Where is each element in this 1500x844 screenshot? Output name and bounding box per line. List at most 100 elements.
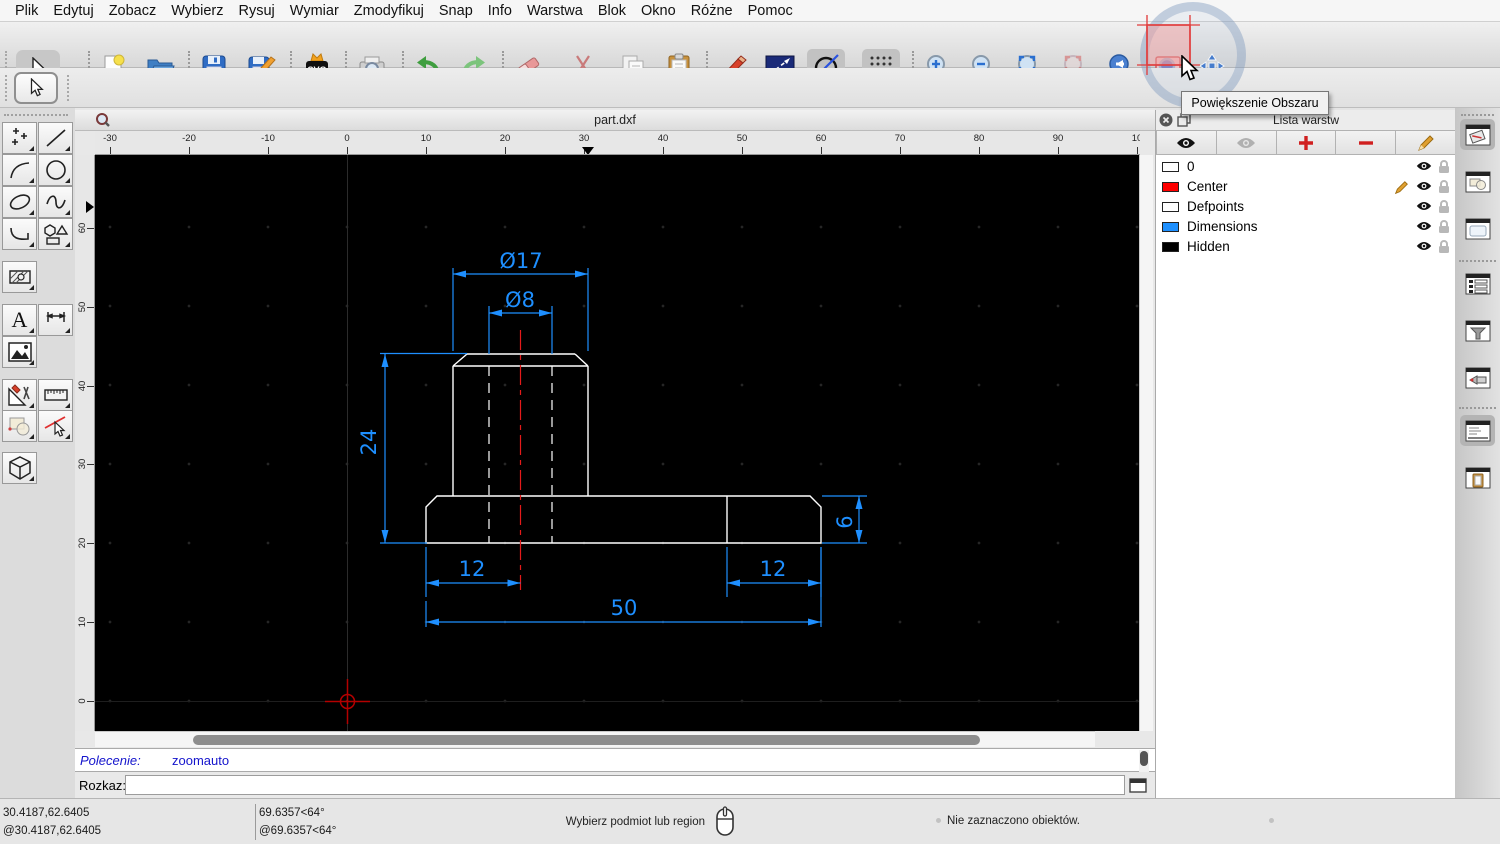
layer-color-swatch[interactable] bbox=[1162, 182, 1179, 192]
image-tool-button[interactable] bbox=[2, 336, 37, 368]
plus-icon bbox=[1298, 135, 1314, 151]
layer-color-swatch[interactable] bbox=[1162, 242, 1179, 252]
hatch-tool-button[interactable] bbox=[2, 261, 37, 293]
command-history-value: zoomauto bbox=[172, 753, 230, 768]
palette-handle[interactable] bbox=[4, 114, 68, 116]
ellipse-tool-button[interactable] bbox=[2, 186, 37, 218]
command-input[interactable] bbox=[125, 775, 1125, 795]
shape-tool-button[interactable] bbox=[38, 218, 73, 250]
menu-bar: Plik Edytuj Zobacz Wybierz Rysuj Wymiar … bbox=[0, 0, 1500, 22]
toolbar-handle[interactable] bbox=[5, 75, 11, 101]
edit-layer-button[interactable] bbox=[1396, 130, 1456, 155]
view-window-icon bbox=[1465, 218, 1491, 240]
layer-row-center[interactable]: Center bbox=[1156, 177, 1456, 197]
arc-icon bbox=[8, 158, 32, 182]
horizontal-scrollbar[interactable] bbox=[95, 731, 1095, 747]
layer-visibility-icon[interactable] bbox=[1416, 160, 1432, 172]
line-icon bbox=[44, 126, 68, 150]
add-layer-button[interactable] bbox=[1276, 130, 1337, 155]
layer-list: 0 Center Defpoints Dimensions Hidden bbox=[1156, 155, 1456, 798]
dock-library-browser-button[interactable] bbox=[1460, 268, 1495, 299]
layer-visibility-icon[interactable] bbox=[1416, 240, 1432, 252]
ruler-tick bbox=[268, 147, 269, 154]
layer-lock-icon[interactable] bbox=[1438, 160, 1450, 174]
modify-tools-button[interactable] bbox=[2, 379, 37, 411]
command-window-icon bbox=[1465, 420, 1491, 442]
layer-lock-icon[interactable] bbox=[1438, 240, 1450, 254]
layer-lock-icon[interactable] bbox=[1438, 220, 1450, 234]
ruler-tick bbox=[87, 543, 94, 544]
drawing-canvas[interactable]: Ø17 Ø8 24 6 12 12 50 bbox=[95, 155, 1139, 731]
text-tool-button[interactable]: A bbox=[2, 304, 37, 336]
command-history-scrollbar[interactable] bbox=[1139, 750, 1149, 772]
dock-command-line-button[interactable] bbox=[1460, 415, 1495, 446]
layer-row-0[interactable]: 0 bbox=[1156, 157, 1456, 177]
document-titlebar[interactable]: part.dxf bbox=[75, 110, 1155, 131]
dock-handle[interactable] bbox=[1461, 114, 1494, 116]
dock-block-list-button[interactable] bbox=[1460, 166, 1495, 197]
layer-color-swatch[interactable] bbox=[1162, 202, 1179, 212]
command-prompt-row: Rozkaz: bbox=[75, 772, 1155, 798]
menu-wymiar[interactable]: Wymiar bbox=[290, 3, 339, 19]
menu-snap[interactable]: Snap bbox=[439, 3, 473, 19]
arc-tool-button[interactable] bbox=[2, 154, 37, 186]
dock-view-window-button[interactable] bbox=[1460, 213, 1495, 244]
remove-layer-button[interactable] bbox=[1336, 130, 1397, 155]
layer-lock-icon[interactable] bbox=[1438, 180, 1450, 194]
layer-edit-pencil-icon[interactable] bbox=[1394, 180, 1409, 195]
layer-visibility-icon[interactable] bbox=[1416, 180, 1432, 192]
select-entity-tool-button[interactable] bbox=[38, 410, 73, 442]
main-toolbar: SVG bbox=[0, 22, 1500, 86]
dock-layer-list-button[interactable] bbox=[1460, 119, 1495, 150]
layer-lock-icon[interactable] bbox=[1438, 200, 1450, 214]
ruler-label: 10 bbox=[1131, 133, 1140, 144]
circle-tool-button[interactable] bbox=[38, 154, 73, 186]
eye-closed-icon bbox=[1236, 136, 1256, 150]
ruler-label: -10 bbox=[261, 133, 275, 144]
menu-rozne[interactable]: Różne bbox=[691, 3, 733, 19]
show-all-layers-button[interactable] bbox=[1156, 130, 1217, 155]
menu-rysuj[interactable]: Rysuj bbox=[239, 3, 275, 19]
menu-zmodyfikuj[interactable]: Zmodyfikuj bbox=[354, 3, 424, 19]
active-tool-select-button[interactable] bbox=[14, 72, 58, 104]
polyline-tool-button[interactable] bbox=[2, 218, 37, 250]
drawing-tools-palette: A bbox=[0, 108, 75, 798]
solid-3d-tool-button[interactable] bbox=[2, 452, 37, 484]
block-tools-button[interactable] bbox=[2, 410, 37, 442]
menu-edytuj[interactable]: Edytuj bbox=[53, 3, 93, 19]
layer-visibility-icon[interactable] bbox=[1416, 200, 1432, 212]
dimension-tool-button[interactable] bbox=[38, 304, 73, 336]
menu-wybierz[interactable]: Wybierz bbox=[171, 3, 223, 19]
menu-pomoc[interactable]: Pomoc bbox=[748, 3, 793, 19]
dock-clipboard-button[interactable] bbox=[1460, 462, 1495, 493]
dock-pen-settings-button[interactable] bbox=[1460, 362, 1495, 393]
menu-zobacz[interactable]: Zobacz bbox=[109, 3, 157, 19]
line-tool-button[interactable] bbox=[38, 122, 73, 154]
menu-warstwa[interactable]: Warstwa bbox=[527, 3, 583, 19]
document-title: part.dxf bbox=[594, 113, 636, 127]
menu-okno[interactable]: Okno bbox=[641, 3, 676, 19]
dim-text-d17: Ø17 bbox=[499, 249, 542, 273]
menu-blok[interactable]: Blok bbox=[598, 3, 626, 19]
polar-absolute: 69.6357<64° bbox=[259, 807, 325, 819]
select-entity-icon bbox=[43, 414, 69, 438]
layer-color-swatch[interactable] bbox=[1162, 222, 1179, 232]
layer-visibility-icon[interactable] bbox=[1416, 220, 1432, 232]
points-tool-button[interactable] bbox=[2, 122, 37, 154]
spline-tool-button[interactable] bbox=[38, 186, 73, 218]
layer-row-defpoints[interactable]: Defpoints bbox=[1156, 197, 1456, 217]
layer-color-swatch[interactable] bbox=[1162, 162, 1179, 172]
hide-all-layers-button[interactable] bbox=[1216, 130, 1277, 155]
dock-selection-filter-button[interactable] bbox=[1460, 315, 1495, 346]
menu-plik[interactable]: Plik bbox=[15, 3, 38, 19]
ruler-label: 0 bbox=[344, 133, 350, 144]
menu-info[interactable]: Info bbox=[488, 3, 512, 19]
horizontal-scrollbar-thumb[interactable] bbox=[193, 735, 980, 745]
layer-row-dimensions[interactable]: Dimensions bbox=[1156, 217, 1456, 237]
measure-tools-button[interactable] bbox=[38, 379, 73, 411]
layer-row-hidden[interactable]: Hidden bbox=[1156, 237, 1456, 257]
vertical-scrollbar[interactable] bbox=[1139, 155, 1153, 731]
command-window-button[interactable] bbox=[1129, 776, 1151, 794]
ruler-label: 70 bbox=[894, 133, 906, 144]
toolbar-handle[interactable] bbox=[67, 75, 73, 101]
